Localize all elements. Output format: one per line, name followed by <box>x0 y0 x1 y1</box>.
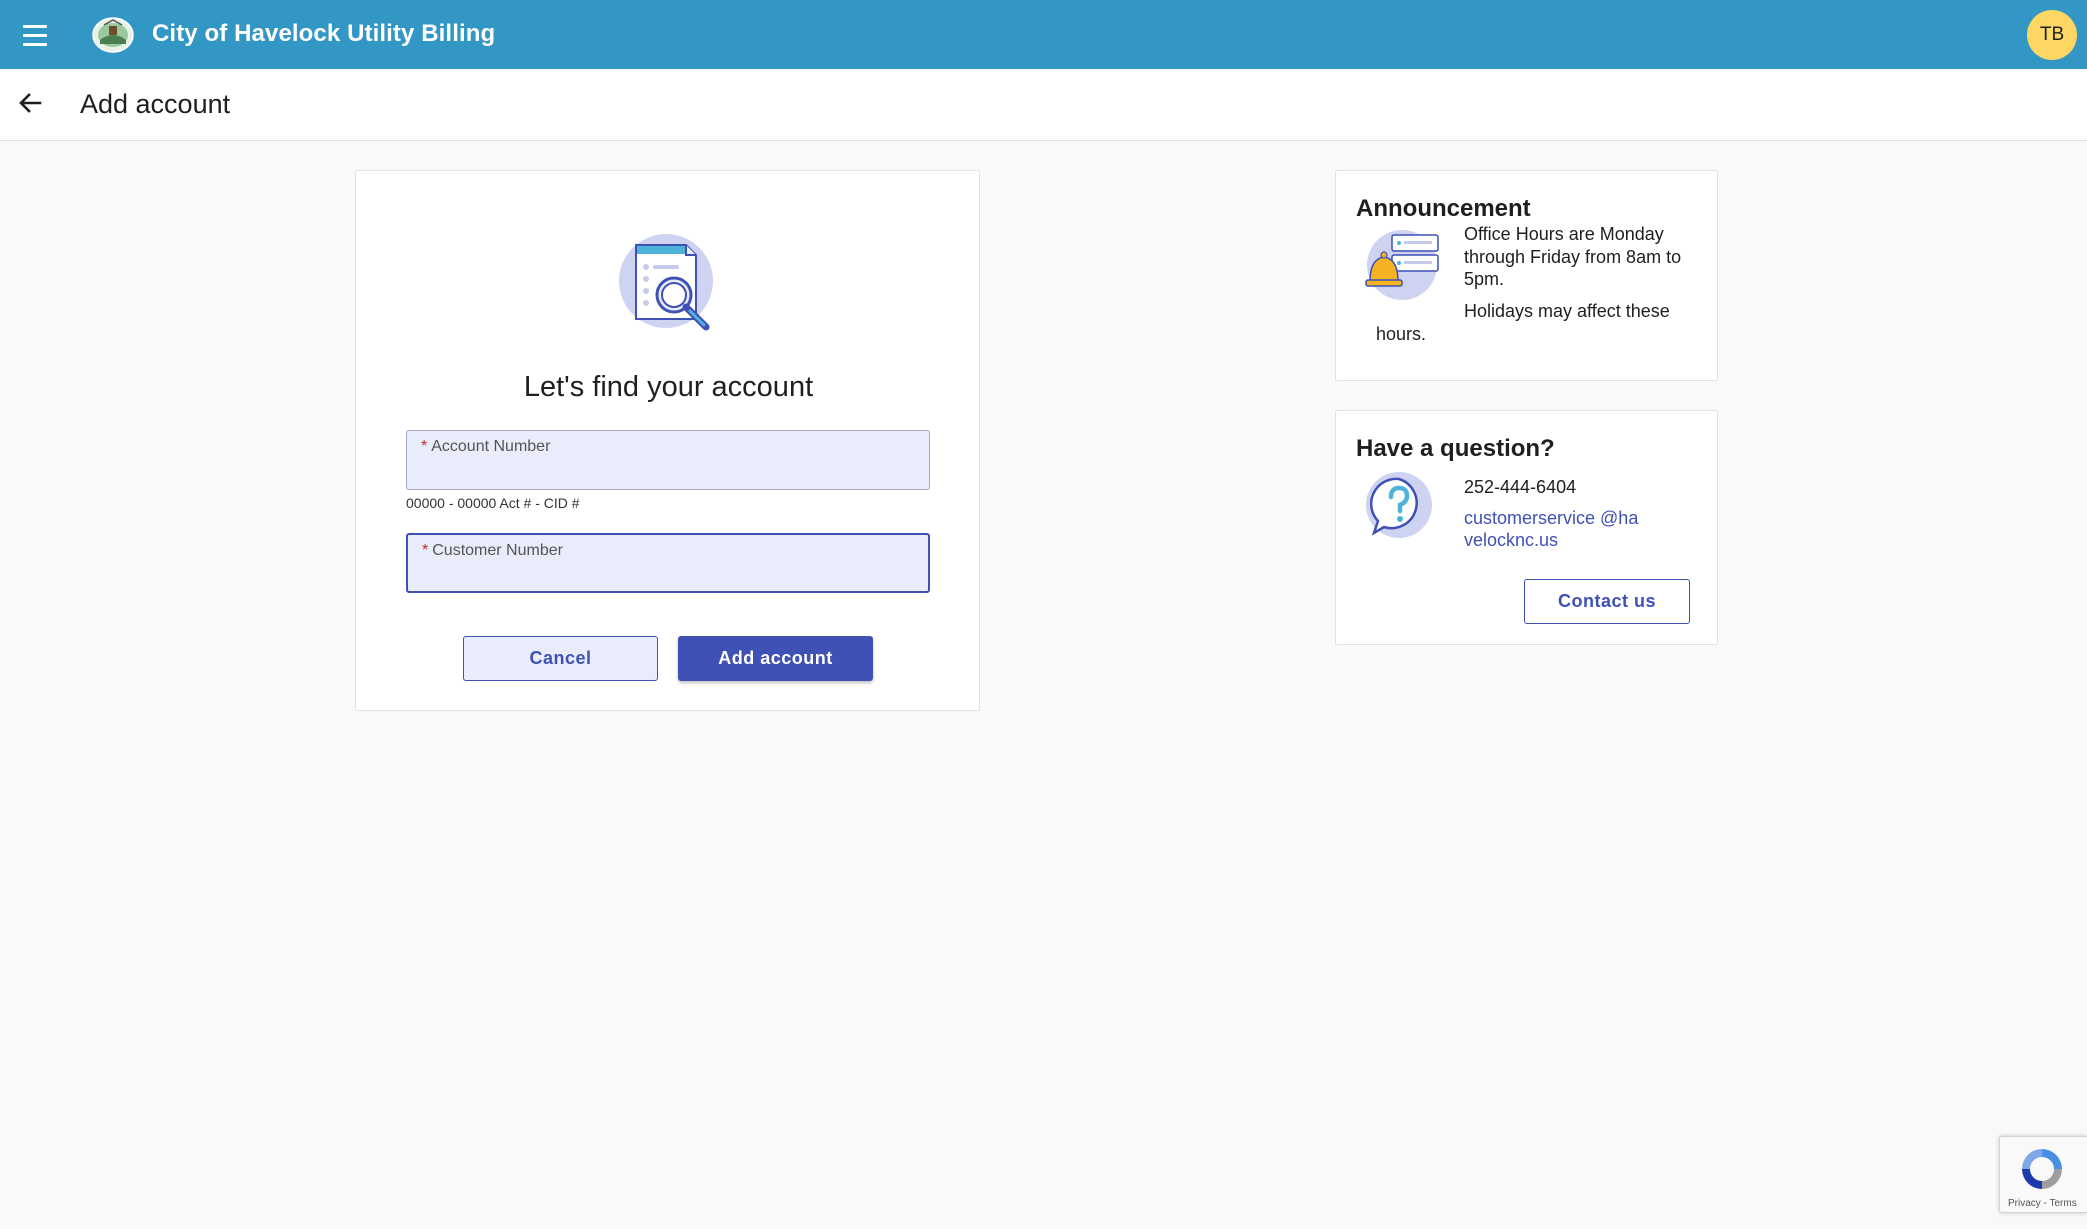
announcement-holidays-text-cont: hours. <box>1376 324 1427 344</box>
menu-icon[interactable] <box>18 20 52 50</box>
account-number-label-text: Account Number <box>431 438 551 455</box>
user-avatar[interactable]: TB <box>2027 10 2077 60</box>
announcement-card: Announcement Office Hours are Monday thr… <box>1335 170 1718 381</box>
customer-number-label-text: Customer Number <box>432 542 563 559</box>
city-seal-logo <box>92 17 134 53</box>
announcement-holidays-text: Holidays may affect these <box>1464 301 1670 321</box>
account-number-label: * Account Number <box>421 438 550 456</box>
account-number-field[interactable]: * Account Number <box>406 430 930 490</box>
account-number-input[interactable] <box>417 463 837 483</box>
customer-number-field[interactable]: * Customer Number <box>406 533 930 593</box>
support-phone: 252-444-6404 <box>1464 477 1577 497</box>
find-account-card: Let's find your account * Account Number … <box>355 170 980 711</box>
question-bubble-icon <box>1366 472 1432 538</box>
find-account-heading: Let's find your account <box>523 371 814 403</box>
cancel-button[interactable]: Cancel <box>463 636 658 681</box>
document-search-icon <box>619 234 713 331</box>
required-asterisk: * <box>422 542 429 559</box>
page-header: Add account <box>0 69 2087 141</box>
contact-us-button[interactable]: Contact us <box>1524 579 1690 624</box>
menu-icon-bar <box>23 33 47 37</box>
page-title: Add account <box>80 89 231 119</box>
add-account-button[interactable]: Add account <box>678 636 873 681</box>
customer-number-input[interactable] <box>418 567 838 587</box>
required-asterisk: * <box>421 438 428 455</box>
bell-notification-icon <box>1365 230 1439 300</box>
account-number-hint: 00000 - 00000 Act # - CID # <box>406 495 580 511</box>
announcement-title: Announcement <box>1356 195 1531 222</box>
customer-number-label: * Customer Number <box>422 542 563 560</box>
question-title: Have a question? <box>1356 435 1555 462</box>
menu-icon-bar <box>23 42 47 46</box>
menu-icon-bar <box>23 24 47 28</box>
recaptcha-privacy-terms[interactable]: Privacy - Terms <box>2008 1198 2077 1209</box>
recaptcha-badge[interactable]: Privacy - Terms <box>1999 1136 2087 1213</box>
back-arrow-icon[interactable] <box>14 87 46 119</box>
question-card: Have a question? 252-444-6404 customerse… <box>1335 410 1718 645</box>
app-bar: City of Havelock Utility Billing TB <box>0 0 2087 69</box>
app-title: City of Havelock Utility Billing <box>152 20 496 47</box>
recaptcha-icon <box>2022 1149 2062 1189</box>
announcement-hours-text: Office Hours are Monday through Friday f… <box>1464 224 1682 289</box>
support-email-link[interactable]: customerservice @havelocknc.us <box>1464 507 1644 551</box>
